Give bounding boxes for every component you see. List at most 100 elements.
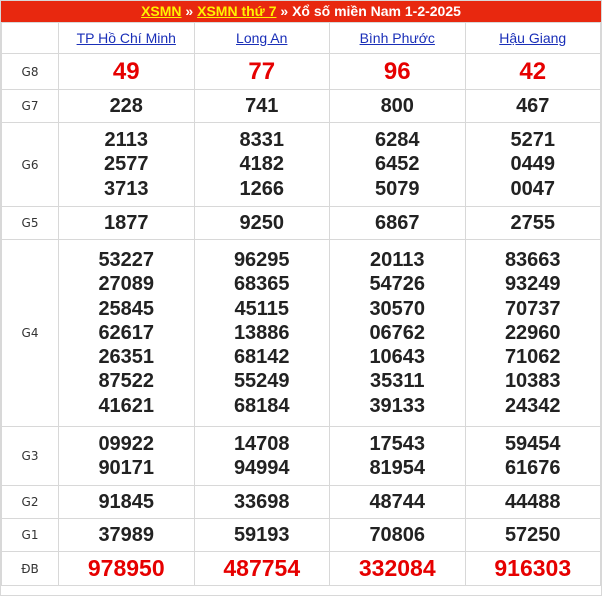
province-link-long-an[interactable]: Long An bbox=[236, 30, 287, 46]
winning-number: 5079 bbox=[375, 177, 420, 200]
breadcrumb-link-xsmn[interactable]: XSMN bbox=[141, 3, 181, 19]
winning-number: 20113 bbox=[369, 248, 425, 271]
winning-number: 3713 bbox=[104, 177, 149, 200]
winning-number: 57250 bbox=[504, 523, 561, 546]
winning-number: 87522 bbox=[98, 370, 155, 393]
prize-cell: 57250 bbox=[464, 518, 601, 552]
winning-number: 9250 bbox=[239, 211, 285, 234]
province-link-hau-giang[interactable]: Hậu Giang bbox=[499, 30, 566, 46]
breadcrumb-separator: » bbox=[181, 3, 198, 19]
winning-number: 25845 bbox=[98, 297, 155, 320]
prize-row: G8 49 77 96 42 bbox=[1, 53, 601, 90]
prize-cell: 978950 bbox=[58, 551, 195, 586]
winning-number: 228 bbox=[109, 94, 143, 117]
winning-number: 916303 bbox=[494, 555, 572, 581]
prize-label: ĐB bbox=[1, 551, 59, 586]
winning-number: 27089 bbox=[98, 273, 155, 296]
prize-label: G2 bbox=[1, 485, 59, 519]
winning-number: 6284 bbox=[375, 129, 420, 152]
prize-label: G1 bbox=[1, 518, 59, 552]
prize-cell: 9250 bbox=[193, 206, 330, 240]
winning-number: 83663 bbox=[504, 248, 561, 271]
prize-cell: 2755 bbox=[464, 206, 601, 240]
winning-number: 10643 bbox=[369, 346, 426, 369]
winning-number: 24342 bbox=[504, 394, 561, 417]
winning-number: 06762 bbox=[369, 321, 426, 344]
winning-number: 22960 bbox=[504, 321, 561, 344]
winning-number: 41621 bbox=[98, 394, 155, 417]
prize-label: G3 bbox=[1, 426, 59, 486]
prize-cell: 96295 68365 45115 13886 68142 55249 68184 bbox=[193, 239, 330, 427]
prize-row: G4 53227 27089 25845 62617 26351 87522 41621 962… bbox=[1, 239, 601, 427]
winning-number: 14708 bbox=[233, 432, 290, 455]
winning-number: 09922 bbox=[98, 432, 155, 455]
prize-row: G2 91845 33698 48744 44488 bbox=[1, 485, 601, 519]
winning-number: 44488 bbox=[504, 490, 561, 513]
prize-row: G1 37989 59193 70806 57250 bbox=[1, 518, 601, 552]
prize-cell: 2113 2577 3713 bbox=[58, 122, 195, 207]
winning-number: 978950 bbox=[87, 555, 165, 581]
winning-number: 467 bbox=[516, 94, 550, 117]
prize-cell: 70806 bbox=[329, 518, 466, 552]
winning-number: 1266 bbox=[239, 177, 285, 200]
prize-cell: 916303 bbox=[464, 551, 601, 586]
prize-cell: 53227 27089 25845 62617 26351 87522 41621 bbox=[58, 239, 195, 427]
winning-number: 39133 bbox=[369, 394, 426, 417]
province-header: TP Hồ Chí Minh bbox=[58, 22, 195, 54]
winning-number: 4182 bbox=[239, 153, 285, 176]
winning-number: 33698 bbox=[233, 490, 290, 513]
province-header: Hậu Giang bbox=[464, 22, 601, 54]
winning-number: 53227 bbox=[98, 248, 155, 271]
prize-cell: 800 bbox=[329, 89, 466, 123]
prize-cell: 44488 bbox=[464, 485, 601, 519]
prize-cell: 467 bbox=[464, 89, 601, 123]
winning-number: 13886 bbox=[233, 321, 290, 344]
winning-number: 45115 bbox=[234, 297, 289, 320]
prize-cell: 5271 0449 0047 bbox=[464, 122, 601, 207]
prize-cell: 83663 93249 70737 22960 71062 10383 24342 bbox=[464, 239, 601, 427]
prize-row: G5 1877 9250 6867 2755 bbox=[1, 206, 601, 240]
winning-number: 96 bbox=[383, 57, 411, 85]
province-header: Long An bbox=[193, 22, 330, 54]
prize-cell: 09922 90171 bbox=[58, 426, 195, 486]
prize-label: G7 bbox=[1, 89, 59, 123]
winning-number: 2113 bbox=[104, 129, 148, 152]
province-link-hcm[interactable]: TP Hồ Chí Minh bbox=[77, 30, 176, 46]
prize-cell: 487754 bbox=[193, 551, 330, 586]
winning-number: 77 bbox=[248, 57, 276, 85]
prize-cell: 741 bbox=[193, 89, 330, 123]
winning-number: 91845 bbox=[98, 490, 155, 513]
prize-cell: 96 bbox=[329, 53, 466, 90]
winning-number: 17543 bbox=[369, 432, 426, 455]
winning-number: 96295 bbox=[233, 248, 290, 271]
winning-number: 70806 bbox=[369, 523, 426, 546]
prize-cell: 49 bbox=[58, 53, 195, 90]
winning-number: 26351 bbox=[98, 346, 155, 369]
prize-cell: 42 bbox=[464, 53, 601, 90]
prize-cell: 332084 bbox=[329, 551, 466, 586]
prize-label: G6 bbox=[1, 122, 59, 207]
winning-number: 37989 bbox=[98, 523, 155, 546]
corner-cell bbox=[1, 22, 59, 54]
winning-number: 94994 bbox=[233, 457, 290, 479]
prize-row: ĐB 978950 487754 332084 916303 bbox=[1, 551, 601, 586]
winning-number: 35311 bbox=[369, 370, 425, 393]
province-link-binh-phuoc[interactable]: Bình Phước bbox=[360, 30, 435, 46]
winning-number: 68184 bbox=[233, 394, 290, 417]
winning-number: 6452 bbox=[375, 153, 420, 176]
breadcrumb-separator: » bbox=[276, 3, 293, 19]
breadcrumb-link-xsmn-saturday[interactable]: XSMN thứ 7 bbox=[197, 3, 276, 19]
winning-number: 1877 bbox=[104, 211, 149, 234]
prize-row: G7 228 741 800 467 bbox=[1, 89, 601, 123]
prize-cell: 91845 bbox=[58, 485, 195, 519]
winning-number: 70737 bbox=[504, 297, 561, 320]
winning-number: 5271 bbox=[510, 129, 556, 152]
prize-label: G8 bbox=[1, 53, 59, 90]
prize-cell: 48744 bbox=[329, 485, 466, 519]
winning-number: 741 bbox=[245, 94, 279, 117]
winning-number: 8331 bbox=[239, 129, 285, 152]
prize-table-body: G8 49 77 96 42 G7 228 741 800 467 G6 2113 2577 3713 83… bbox=[1, 53, 601, 586]
prize-cell: 77 bbox=[193, 53, 330, 90]
winning-number: 68365 bbox=[233, 273, 290, 296]
prize-cell: 20113 54726 30570 06762 10643 35311 39133 bbox=[329, 239, 466, 427]
